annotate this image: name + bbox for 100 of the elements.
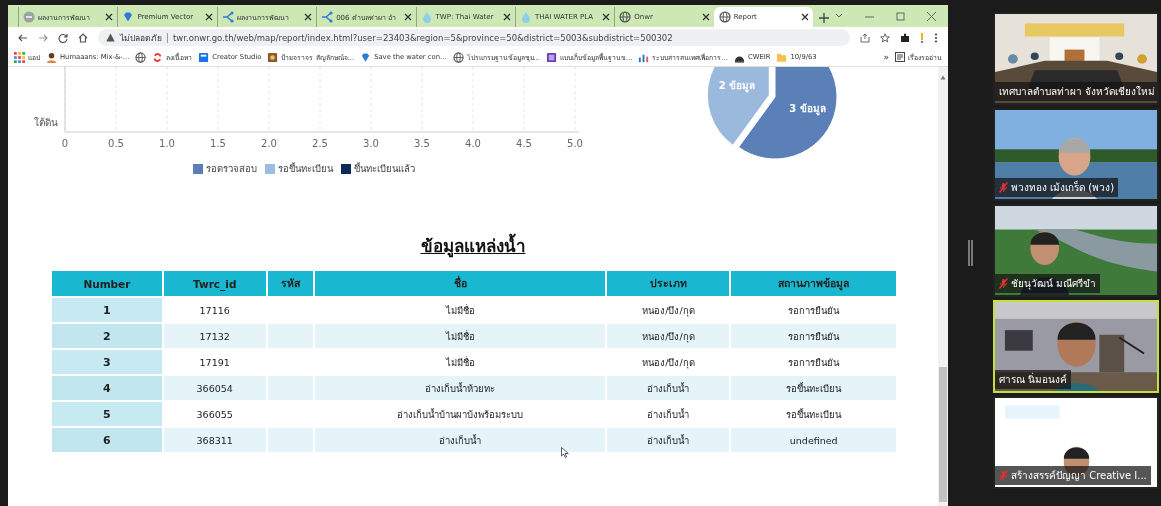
photo-icon xyxy=(267,51,279,63)
tick-label: 5.0 xyxy=(567,138,583,149)
table-cell: หนอง/บึง/กุด xyxy=(606,323,731,349)
participant-name: เทศบาลตำบลท่าผา จังหวัดเชียงใหม่ xyxy=(999,85,1156,99)
legend-label[interactable]: รอขึ้นทะเบียน xyxy=(278,161,333,176)
drop-icon xyxy=(519,11,532,23)
legend-label[interactable]: ขึ้นทะเบียนแล้ว xyxy=(354,161,415,176)
data-label: 3 ข้อมูล xyxy=(789,102,826,114)
apps-icon xyxy=(14,51,25,63)
reload-icon[interactable] xyxy=(58,32,68,43)
video-tile[interactable]: พวงทอง เม้งเกร็ด (พวง) xyxy=(993,108,1159,201)
column-header: Twrc_id xyxy=(162,270,267,297)
tick-label: 0.5 xyxy=(108,138,124,149)
circle-icon xyxy=(23,11,35,23)
globe-icon[interactable] xyxy=(135,51,147,63)
tick-label: 2.5 xyxy=(312,138,328,149)
overflow-button[interactable]: » xyxy=(883,52,889,62)
tick-label: 4.5 xyxy=(516,138,532,149)
home-icon[interactable] xyxy=(78,32,88,43)
participant-name: พวงทอง เม้งเกร็ด (พวง) xyxy=(1011,180,1115,195)
table-cell: 2 xyxy=(51,323,163,349)
address-field[interactable]: ไม่ปลอดภัย twr.onwr.go.th/web/map/report/index.html?user=23403&region=5&province=50&district=5003&subdistrict=500302 xyxy=(98,29,850,46)
cursor-icon xyxy=(561,447,569,458)
tick-label: 3.5 xyxy=(414,138,430,149)
swirl-icon xyxy=(152,51,164,63)
table-cell: undefined xyxy=(730,427,897,453)
close-icon[interactable] xyxy=(602,13,611,21)
video-tile[interactable]: ศารณ นิ่มอนงค์ xyxy=(993,300,1159,393)
table-cell: อ่างเก็บน้ำห้วยทะ xyxy=(314,375,607,401)
column-header: Number xyxy=(51,270,163,297)
tick-label: 1.5 xyxy=(210,138,226,149)
close-icon[interactable] xyxy=(105,13,114,21)
globe-icon xyxy=(718,11,731,23)
network-icon xyxy=(321,11,334,23)
tick-label: 3.0 xyxy=(363,138,379,149)
scrollbar-thumb[interactable] xyxy=(939,367,947,502)
category-label: ใต้ดิน xyxy=(34,117,58,128)
close-icon[interactable] xyxy=(502,13,511,21)
column-header: รหัส xyxy=(266,270,315,297)
video-tile[interactable]: ชัยนุวัฒน์ มณีศรีขำ xyxy=(993,204,1159,297)
table-cell: ไม่มีชื่อ xyxy=(314,323,607,349)
participant-name: ชัยนุวัฒน์ มณีศรีขำ xyxy=(1011,277,1097,291)
resize-handle[interactable] xyxy=(968,240,973,266)
alert-icon[interactable] xyxy=(920,32,924,43)
table-cell: อ่างเก็บน้ำ xyxy=(606,427,731,453)
tick-label: 1.0 xyxy=(159,138,175,149)
reading-list-icon xyxy=(895,52,905,62)
table-cell: 1 xyxy=(51,297,163,323)
close-icon[interactable] xyxy=(701,13,710,21)
table-cell: รอการยืนยัน xyxy=(730,323,897,349)
scrollbar[interactable] xyxy=(938,67,948,506)
legend-label[interactable]: รอตรวจสอบ xyxy=(206,161,257,176)
close-icon[interactable] xyxy=(801,13,809,21)
url-text[interactable]: twr.onwr.go.th/web/map/report/index.html?user=23403&region=5&province=50&district=5003&subdistrict=500302 xyxy=(173,32,673,43)
maximize-icon[interactable] xyxy=(896,11,905,21)
table-cell: 6 xyxy=(51,427,163,453)
video-tile[interactable]: เทศบาลตำบลท่าผา จังหวัดเชียงใหม่ xyxy=(993,12,1159,105)
table-cell: อ่างเก็บน้ำ xyxy=(606,375,731,401)
close-icon[interactable] xyxy=(403,13,412,21)
close-icon[interactable] xyxy=(204,13,213,21)
participant-name: สร้างสรรค์ปัญญา Creative I... xyxy=(1011,469,1147,483)
back-icon[interactable] xyxy=(18,32,28,43)
star-icon[interactable] xyxy=(880,32,890,43)
tick-label: 2.0 xyxy=(261,138,277,149)
table-cell: 366054 xyxy=(162,375,267,401)
network-icon xyxy=(221,11,234,23)
close-icon[interactable] xyxy=(304,13,313,21)
section-title: ข้อมูลแหล่งน้ำ xyxy=(420,232,526,259)
participant-name: ศารณ นิ่มอนงค์ xyxy=(999,372,1068,387)
table-cell: 17132 xyxy=(162,323,267,349)
y-axis xyxy=(64,67,66,133)
drop-icon xyxy=(420,11,433,23)
person-icon xyxy=(46,51,57,63)
table-cell: รอขึ้นทะเบียน xyxy=(730,375,897,401)
forward-icon[interactable] xyxy=(38,32,48,43)
table-cell: 3 xyxy=(51,349,163,375)
video-tile[interactable]: สร้างสรรค์ปัญญา Creative I... xyxy=(993,396,1159,489)
globe-icon xyxy=(619,11,632,23)
globe-icon xyxy=(452,51,464,63)
folder-icon xyxy=(776,51,788,63)
tick-label: 0 xyxy=(61,138,69,149)
column-header: ประเภท xyxy=(606,270,731,297)
table-cell: 368311 xyxy=(162,427,267,453)
data-label: 2 ข้อมูล xyxy=(718,79,756,91)
menu-icon[interactable] xyxy=(934,32,938,43)
table-cell: 4 xyxy=(51,375,163,401)
form-icon xyxy=(546,51,557,63)
column-header: สถานภาพข้อมูล xyxy=(730,270,897,297)
extension-icon[interactable] xyxy=(900,32,910,43)
security-label[interactable]: ไม่ปลอดภัย xyxy=(120,30,162,45)
share-icon[interactable] xyxy=(860,32,870,43)
table-cell: อ่างเก็บน้ำ xyxy=(314,427,607,453)
square-icon xyxy=(198,51,210,63)
tick-label: 4.0 xyxy=(465,138,481,149)
table-cell: 5 xyxy=(51,401,163,427)
caret-icon[interactable] xyxy=(835,13,843,19)
scroll-up-icon[interactable] xyxy=(940,75,946,80)
gem-icon xyxy=(360,51,372,63)
plus-icon[interactable] xyxy=(819,13,829,23)
gem-icon xyxy=(122,11,135,23)
